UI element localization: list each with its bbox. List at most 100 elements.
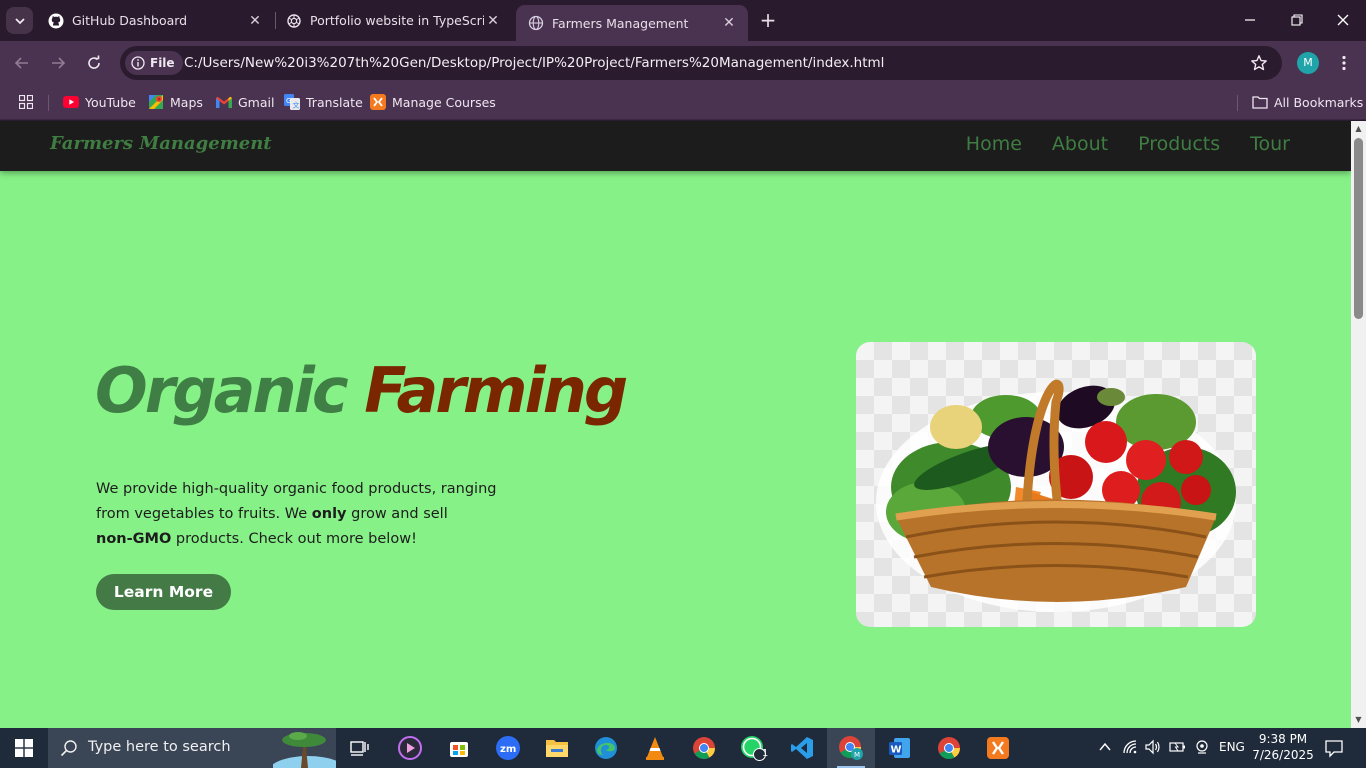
close-icon [1337,14,1349,26]
tab-title: Portfolio website in TypeScript [310,13,484,28]
browser-toolbar: File C:/Users/New%20i3%207th%20Gen/Deskt… [0,41,1366,85]
bookmark-youtube[interactable]: YouTube [63,93,136,111]
close-window-button[interactable] [1331,8,1355,32]
taskbar-store[interactable] [435,728,483,768]
taskbar-edge[interactable] [582,728,630,768]
camera-icon[interactable] [1194,739,1210,758]
tab-title: GitHub Dashboard [72,13,188,28]
restore-icon [1291,14,1303,26]
nav-link-products[interactable]: Products [1138,133,1220,155]
minimize-button[interactable] [1238,8,1262,32]
hero-text-segment: products. Check out more below! [171,531,417,547]
forward-arrow-icon [52,57,66,69]
folder-icon [546,740,568,757]
url-text[interactable]: C:/Users/New%20i3%207th%20Gen/Desktop/Pr… [184,55,884,71]
github-icon [48,13,64,29]
wifi-icon[interactable] [1122,739,1138,758]
search-icon [60,740,77,757]
restore-button[interactable] [1285,8,1309,32]
start-button[interactable] [0,728,48,768]
taskbar-search[interactable]: Type here to search [48,728,336,768]
search-highlight-illustration [273,732,336,768]
profile-avatar[interactable]: M [1297,52,1319,74]
media-player-icon [398,736,422,760]
scroll-down-icon[interactable]: ▼ [1354,715,1363,724]
taskbar-vlc[interactable] [631,728,679,768]
clock-time: 9:38 PM [1258,732,1308,746]
taskbar-xampp[interactable] [974,728,1022,768]
globe-icon [528,15,544,31]
taskbar-clock[interactable]: 9:38 PM 7/26/2025 [1252,731,1314,763]
word-icon: W [889,738,910,758]
tab-github-dashboard[interactable]: GitHub Dashboard ✕ [36,5,274,36]
scroll-up-icon[interactable]: ▲ [1354,124,1363,133]
back-button[interactable] [10,51,34,75]
forward-button[interactable] [46,51,70,75]
svg-text:文: 文 [293,101,300,110]
page-scrollbar[interactable]: ▲ ▼ [1351,121,1366,728]
notification-icon[interactable] [1324,738,1344,761]
taskbar-whatsapp[interactable]: 1 [729,728,777,768]
tab-farmers-management[interactable]: Farmers Management ✕ [516,5,748,41]
taskbar-zoom[interactable]: zm [484,728,532,768]
edge-icon [595,737,617,759]
taskbar-word[interactable]: W [876,728,924,768]
gmail-icon [216,94,232,110]
bookmark-gmail[interactable]: Gmail [216,93,274,111]
site-brand[interactable]: Farmers Management [50,133,272,154]
bookmark-separator [1237,95,1238,111]
bookmark-label: Manage Courses [392,94,496,110]
tab-search-button[interactable] [6,7,33,34]
nav-link-tour[interactable]: Tour [1250,133,1290,155]
nav-link-about[interactable]: About [1052,133,1108,155]
hero-description: We provide high-quality organic food pro… [96,477,516,552]
site-info-chip[interactable]: File [125,51,183,75]
taskbar-chrome[interactable] [680,728,728,768]
taskbar-file-explorer[interactable] [533,728,581,768]
close-tab-icon[interactable]: ✕ [720,14,738,32]
more-menu-icon[interactable] [1334,52,1354,74]
all-bookmarks-button[interactable]: All Bookmarks [1252,93,1363,111]
site-nav-links: Home About Products Tour [936,133,1290,155]
taskbar-media-player[interactable] [386,728,434,768]
bookmark-label: Translate [306,94,363,110]
maps-icon [148,94,164,110]
vscode-icon [791,737,813,759]
taskbar-chrome-2[interactable] [925,728,973,768]
store-icon [450,742,468,757]
taskbar-chrome-profile-m[interactable]: M [827,728,875,768]
learn-more-button[interactable]: Learn More [96,574,231,610]
taskbar-vscode[interactable] [778,728,826,768]
close-tab-icon[interactable]: ✕ [484,12,502,30]
bookmark-label: YouTube [85,94,136,110]
tab-portfolio-website[interactable]: Portfolio website in TypeScript ✕ [274,5,512,36]
svg-text:zm: zm [500,744,516,755]
language-indicator[interactable]: ENG [1219,740,1245,754]
tray-overflow-icon[interactable] [1098,740,1112,757]
hero-text-bold: non-GMO [96,531,172,547]
hero-title: Organic Farming [95,354,628,427]
vegetable-basket-illustration [876,380,1236,612]
apps-button[interactable] [18,93,40,111]
bookmark-star-icon[interactable] [1250,54,1268,76]
volume-icon[interactable] [1145,739,1161,758]
chrome-profile-icon: M [839,736,863,760]
windows-logo-icon [15,739,33,757]
bookmarks-bar: YouTube Maps Gmail G文 Translate Manage C… [0,85,1366,120]
bookmark-manage-courses[interactable]: Manage Courses [370,93,496,111]
new-tab-button[interactable]: + [756,9,780,33]
close-tab-icon[interactable]: ✕ [246,12,264,30]
file-label: File [150,56,175,70]
bookmark-maps[interactable]: Maps [148,93,203,111]
zoom-icon: zm [496,736,520,760]
task-view-button[interactable] [336,728,384,768]
bookmark-translate[interactable]: G文 Translate [284,93,363,111]
hero-text-segment: grow and sell [346,506,448,522]
battery-icon[interactable] [1169,739,1187,758]
windows-taskbar: Type here to search zm 1 M W ENG 9:38 PM… [0,728,1366,768]
page-viewport: Farmers Management Home About Products T… [0,121,1351,728]
reload-button[interactable] [82,51,106,75]
scrollbar-thumb[interactable] [1354,138,1363,319]
nav-link-home[interactable]: Home [966,133,1022,155]
address-bar[interactable]: File C:/Users/New%20i3%207th%20Gen/Deskt… [120,46,1282,80]
